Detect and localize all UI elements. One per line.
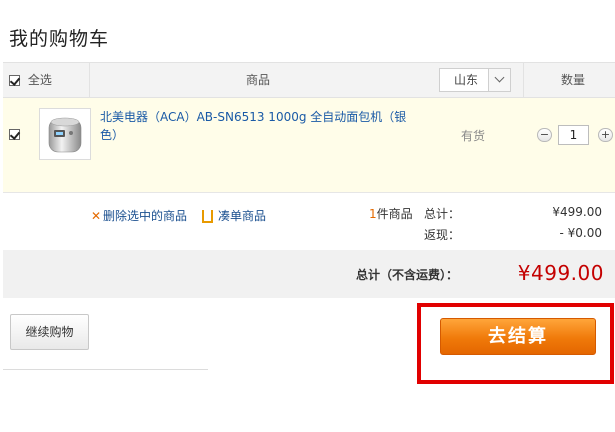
region-select-value: 山东 xyxy=(454,73,479,87)
region-select[interactable]: 山东 xyxy=(439,68,511,92)
cart-item-row: 北美电器（ACA）AB-SN6513 1000g 全自动面包机（银色） 有货 −… xyxy=(3,98,615,193)
product-title-link[interactable]: 北美电器（ACA）AB-SN6513 1000g 全自动面包机（银色） xyxy=(100,108,420,144)
checkout-button[interactable]: 去结算 xyxy=(440,318,596,355)
grand-total-amount: ¥499.00 xyxy=(517,261,604,285)
grand-total-label: 总计（不含运费）： xyxy=(356,268,459,282)
page-title: 我的购物车 xyxy=(9,28,110,50)
cart-table-header: 全选 商品 山东 数量 xyxy=(3,62,615,98)
product-thumbnail[interactable] xyxy=(39,108,91,160)
quantity-stepper[interactable]: − 1 + xyxy=(537,125,613,145)
rebate-label: 返现： xyxy=(424,228,461,242)
stock-status: 有货 xyxy=(461,129,486,143)
item-count: 1件商品 xyxy=(369,205,413,222)
quantity-column-header: 数量 xyxy=(561,73,586,87)
subtotal-value: ¥499.00 xyxy=(552,205,602,219)
rebate-value: - ¥0.00 xyxy=(559,226,603,240)
delete-selected-link[interactable]: ✕ 删除选中的商品 xyxy=(91,207,187,224)
add-on-label: 凑单商品 xyxy=(218,209,267,223)
select-all-control[interactable]: 全选 xyxy=(9,63,52,97)
add-on-items-link[interactable]: 凑单商品 xyxy=(201,207,266,224)
bread-maker-image xyxy=(48,117,82,153)
column-divider xyxy=(523,63,524,97)
quantity-input[interactable]: 1 xyxy=(558,125,589,145)
cart-summary: ✕ 删除选中的商品 凑单商品 1件商品 总计： ¥499.00 返现： - ¥0.… xyxy=(3,193,615,250)
increase-quantity-button[interactable]: + xyxy=(598,128,613,142)
product-column-header: 商品 xyxy=(246,73,271,87)
subtotal-label: 总计： xyxy=(424,207,461,221)
select-all-checkbox[interactable] xyxy=(9,75,20,86)
item-count-number: 1 xyxy=(369,207,377,221)
chevron-down-icon[interactable] xyxy=(488,69,510,91)
divider xyxy=(3,369,208,370)
total-bar: 总计（不含运费）： ¥499.00 xyxy=(3,250,615,298)
item-count-suffix: 件商品 xyxy=(376,207,413,221)
select-all-label: 全选 xyxy=(27,73,52,87)
delete-selected-label: 删除选中的商品 xyxy=(103,209,188,223)
decrease-quantity-button[interactable]: − xyxy=(537,128,552,142)
add-on-icon xyxy=(201,210,214,223)
delete-x-icon: ✕ xyxy=(91,209,102,223)
item-checkbox[interactable] xyxy=(9,129,20,140)
continue-shopping-button[interactable]: 继续购物 xyxy=(10,314,89,350)
column-divider xyxy=(89,63,90,97)
